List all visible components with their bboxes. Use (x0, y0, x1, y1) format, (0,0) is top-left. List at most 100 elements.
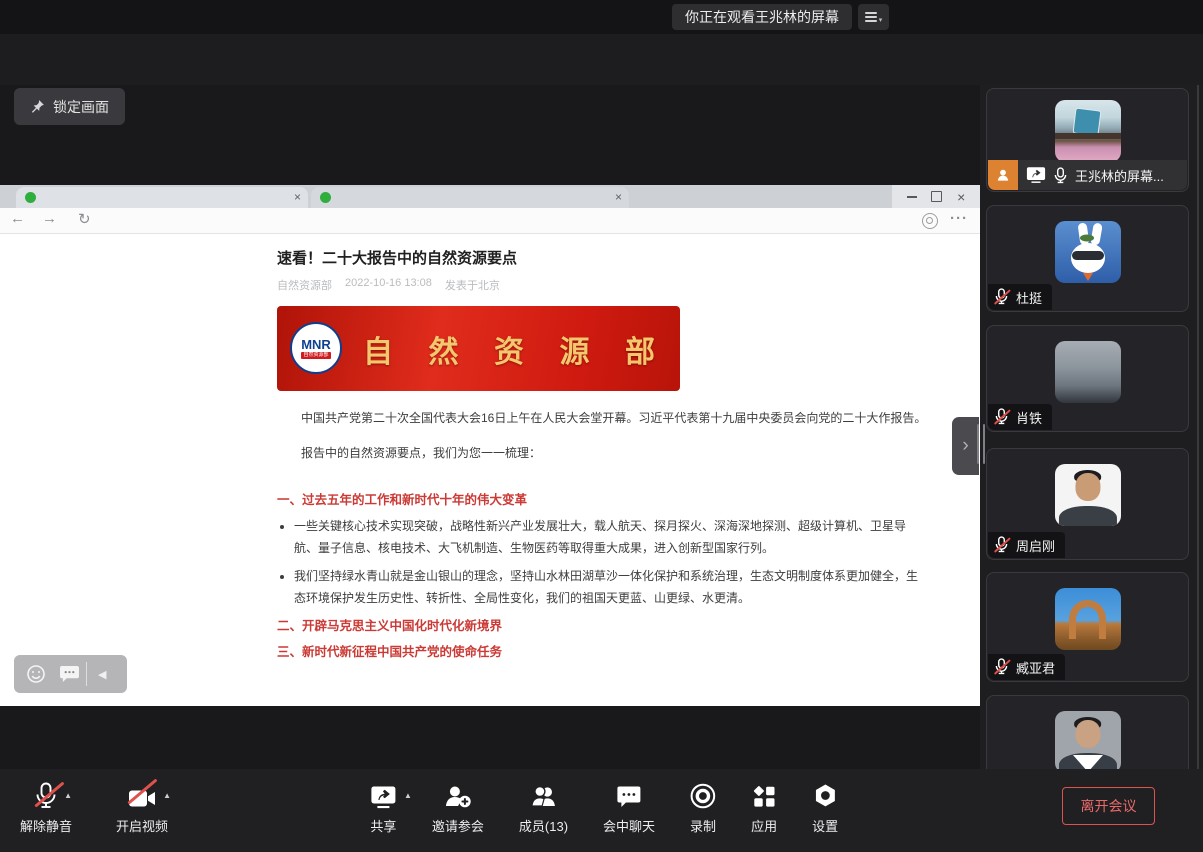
participant-name-bar: 肖铁 (988, 404, 1052, 430)
article-paragraph: 中国共产党第二十次全国代表大会16日上午在人民大会堂开幕。习近平代表第十九届中央… (277, 407, 945, 430)
article-paragraph: 报告中的自然资源要点，我们为您一一梳理： (277, 442, 945, 465)
article-bullet: 一些关键核心技术实现突破，战略性新兴产业发展壮大，载人航天、探月探火、深海深地探… (294, 515, 919, 559)
reload-icon[interactable]: ↻ (78, 210, 91, 228)
close-icon[interactable]: × (957, 192, 965, 202)
caret-up-icon[interactable]: ▲ (64, 791, 72, 800)
mnr-logo-subtext: 自然资源部 (301, 352, 330, 359)
article-bullet: 我们坚持绿水青山就是金山银山的理念，坚持山水林田湖草沙一体化保护和系统治理，生态… (294, 565, 919, 609)
start-video-label: 开启视频 (116, 816, 168, 835)
participants-sidebar: 王兆林的屏幕... (980, 85, 1203, 852)
record-icon (690, 783, 716, 809)
settings-button[interactable]: 设置 (812, 782, 838, 835)
sidebar-scrollbar[interactable] (1197, 85, 1199, 852)
start-video-button[interactable]: ▲ 开启视频 (116, 782, 168, 835)
apps-button[interactable]: 应用 (751, 782, 777, 835)
mic-icon (1054, 167, 1067, 184)
participant-name: 肖铁 (1016, 408, 1042, 427)
browser-more-icon[interactable]: ··· (950, 210, 968, 227)
person-icon (995, 167, 1011, 183)
participant-name: 周启刚 (1016, 536, 1055, 555)
chat-button[interactable]: 会中聊天 (603, 782, 655, 835)
panel-resize-handle[interactable] (977, 424, 979, 464)
lock-view-label: 锁定画面 (53, 97, 109, 117)
participant-name-bar: 臧亚君 (988, 654, 1065, 680)
browser-tab[interactable]: × (16, 187, 308, 208)
article-date: 2022-10-16 13:08 (345, 277, 432, 293)
members-label: 成员(13) (519, 816, 568, 835)
meeting-window: 你正在观看王兆林的屏幕 ▾ i 13:34 演讲者视图 ▾ (0, 0, 1203, 852)
banner-title: 自 然 资 源 部 (363, 327, 669, 371)
participant-tile[interactable]: 肖铁 (986, 325, 1189, 432)
browser-tab-bar: × × × (0, 185, 980, 208)
caret-up-icon[interactable]: ▲ (163, 791, 171, 800)
watching-menu-button[interactable]: ▾ (858, 4, 889, 30)
mic-muted-icon (995, 658, 1010, 676)
record-label: 录制 (690, 816, 716, 835)
mnr-banner-image: MNR 自然资源部 自 然 资 源 部 (277, 306, 680, 391)
participant-name: 臧亚君 (1016, 658, 1055, 677)
caret-up-icon[interactable]: ▲ (404, 791, 412, 800)
browser-tab[interactable]: × (311, 187, 629, 208)
mic-muted-icon (995, 536, 1010, 554)
browser-badge-icon[interactable] (922, 213, 938, 229)
browser-nav-bar: ← → ↻ ··· (0, 208, 980, 234)
apps-icon (752, 784, 777, 809)
invite-person-icon (444, 784, 472, 809)
participant-tile[interactable]: 杜挺 (986, 205, 1189, 312)
mic-muted-icon (995, 288, 1010, 306)
maximize-icon[interactable] (931, 191, 942, 202)
participant-tile[interactable]: 周启刚 (986, 448, 1189, 560)
leave-meeting-button[interactable]: 离开会议 (1062, 787, 1155, 825)
invite-button[interactable]: 邀请参会 (432, 782, 484, 835)
members-button[interactable]: 成员(13) (519, 782, 568, 835)
lock-view-button[interactable]: 锁定画面 (14, 88, 125, 125)
apps-label: 应用 (751, 816, 777, 835)
article-title: 速看！二十大报告中的自然资源要点 (277, 247, 945, 268)
avatar (1055, 588, 1121, 650)
record-button[interactable]: 录制 (690, 782, 716, 835)
participant-tile[interactable]: 王兆林的屏幕... (986, 88, 1189, 192)
meeting-toolbar: ▲ 解除静音 ▲ 开启视频 (0, 769, 1203, 852)
share-screen-button[interactable]: ▲ 共享 (370, 782, 397, 835)
back-icon[interactable]: ← (10, 210, 25, 227)
watching-banner: 你正在观看王兆林的屏幕 (672, 4, 852, 30)
participant-name-bar: 王兆林的屏幕... (988, 160, 1187, 190)
members-icon (528, 784, 558, 809)
article-location: 发表于北京 (445, 277, 500, 293)
article: 速看！二十大报告中的自然资源要点 自然资源部 2022-10-16 13:08 … (277, 247, 945, 660)
screen-share-icon (370, 785, 397, 809)
top-bar: 你正在观看王兆林的屏幕 ▾ (0, 0, 1203, 34)
chat-bubble-icon[interactable] (59, 665, 80, 683)
hamburger-icon (865, 12, 877, 22)
chat-label: 会中聊天 (603, 816, 655, 835)
screen-share-icon (1026, 166, 1046, 184)
forward-icon[interactable]: → (42, 210, 57, 227)
window-controls: × (892, 185, 980, 208)
emoji-icon[interactable] (26, 664, 46, 684)
chat-bubble-icon (616, 785, 642, 809)
tab-close-icon[interactable]: × (615, 189, 622, 205)
collapse-left-icon[interactable]: ◀ (98, 668, 106, 681)
shared-screen-browser: × × × ← → ↻ ··· 速看！二十大报告中的自然资源要点 自然资源 (0, 185, 980, 706)
active-speaker-badge (988, 160, 1018, 190)
participant-name-bar: 周启刚 (988, 532, 1065, 558)
share-label: 共享 (370, 816, 396, 835)
sidebar-expander[interactable]: › (952, 417, 979, 475)
minimize-icon[interactable] (907, 196, 917, 198)
unmute-button[interactable]: ▲ 解除静音 (20, 782, 72, 835)
web-page: 速看！二十大报告中的自然资源要点 自然资源部 2022-10-16 13:08 … (0, 234, 980, 706)
article-heading: 二、开辟马克思主义中国化时代化新境界 (277, 615, 945, 634)
reaction-mini-toolbar: ◀ (14, 655, 127, 693)
participant-tile[interactable]: 臧亚君 (986, 572, 1189, 682)
mic-muted-icon (995, 408, 1010, 426)
mnr-logo: MNR 自然资源部 (290, 322, 342, 374)
avatar (1055, 341, 1121, 403)
pin-icon (30, 99, 45, 114)
avatar (1055, 221, 1121, 283)
divider (86, 662, 87, 686)
avatar (1055, 100, 1121, 162)
tab-close-icon[interactable]: × (294, 189, 301, 205)
panel-resize-handle[interactable] (983, 424, 985, 464)
article-source[interactable]: 自然资源部 (277, 277, 332, 293)
article-heading: 三、新时代新征程中国共产党的使命任务 (277, 641, 945, 660)
